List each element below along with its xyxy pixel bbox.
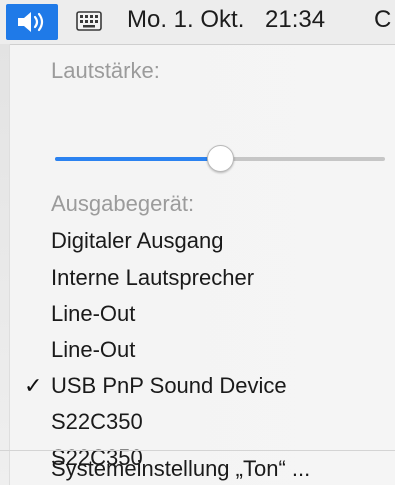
keyboard-icon[interactable] <box>76 11 102 31</box>
output-device-internal-speakers[interactable]: Interne Lautsprecher <box>51 265 254 291</box>
sound-preferences-item[interactable]: Systemeinstellung „Ton“ ... <box>51 456 310 482</box>
volume-menu-extra[interactable] <box>6 4 58 40</box>
screen: Mo. 1. Okt. 21:34 C Lautstärke: Ausgabeg… <box>0 0 395 485</box>
volume-slider-thumb[interactable] <box>206 145 234 172</box>
volume-icon <box>18 12 44 32</box>
output-section-label: Ausgabegerät: <box>51 191 195 216</box>
output-device-line-out-2[interactable]: Line-Out <box>51 337 135 363</box>
volume-section-label: Lautstärke: <box>51 58 160 83</box>
background-window-edge <box>0 44 10 485</box>
output-device-digital-out[interactable]: Digitaler Ausgang <box>51 228 223 254</box>
checkmark-icon: ✓ <box>24 373 43 398</box>
menu-separator <box>0 450 395 451</box>
volume-slider-fill <box>55 157 220 161</box>
menubar-date[interactable]: Mo. 1. Okt. <box>127 6 244 34</box>
menu-bar: Mo. 1. Okt. 21:34 C <box>0 0 395 45</box>
output-device-usb-pnp[interactable]: USB PnP Sound Device <box>51 373 287 399</box>
output-device-line-out-1[interactable]: Line-Out <box>51 301 135 327</box>
menubar-time[interactable]: 21:34 <box>265 6 325 34</box>
menubar-next-item[interactable]: C <box>374 6 391 34</box>
volume-slider[interactable] <box>55 144 385 174</box>
volume-menu: Lautstärke: Ausgabegerät: Digitaler Ausg… <box>10 44 395 485</box>
output-device-s22c350-1[interactable]: S22C350 <box>51 409 143 435</box>
